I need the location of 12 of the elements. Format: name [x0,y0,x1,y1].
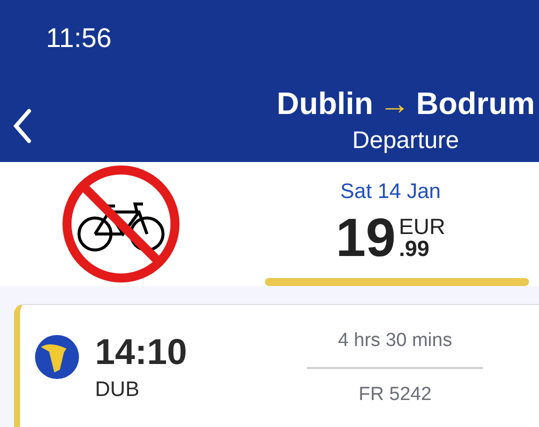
route-arrow: → [379,85,410,123]
back-icon [12,108,32,144]
airline-logo-icon [35,335,79,380]
origin-city: Dublin [276,85,374,123]
header-subtitle: Departure [352,126,459,156]
status-time: 11:56 [46,22,112,55]
flight-duration: 4 hrs 30 mins [338,329,452,354]
airport-code: DUB [95,377,140,404]
flight-card[interactable]: 14:10 DUB 4 hrs 30 mins FR 5242 [14,304,539,427]
destination-city: Bodrum [416,85,535,123]
departure-time: 14:10 [95,331,188,374]
flight-number: FR 5242 [358,383,432,408]
